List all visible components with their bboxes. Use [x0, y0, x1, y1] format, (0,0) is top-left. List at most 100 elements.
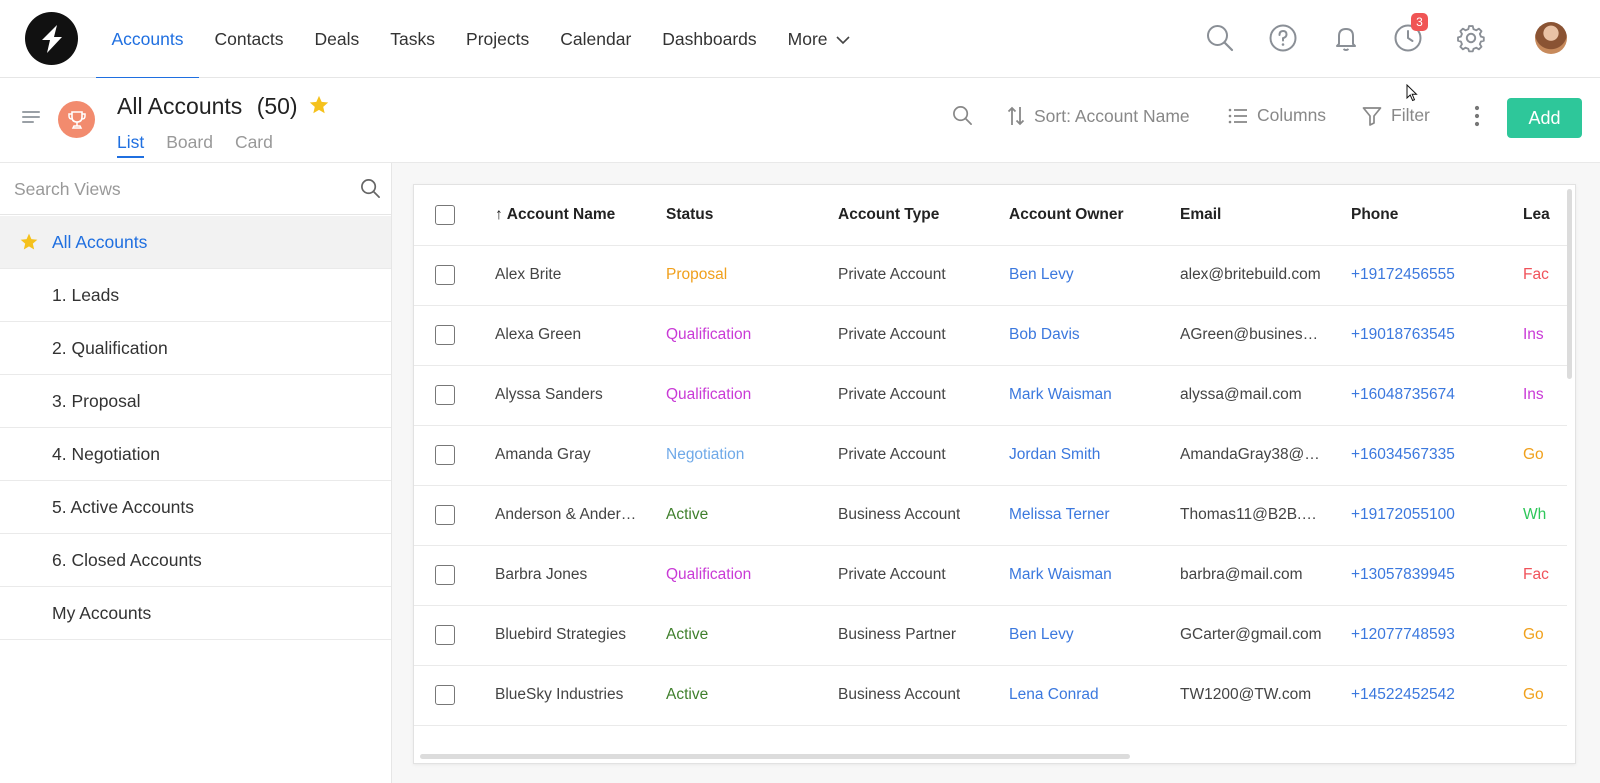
cell-phone[interactable]: +13057839945	[1351, 545, 1455, 605]
cell-phone[interactable]: +19172055100	[1351, 485, 1455, 545]
cell-account-owner[interactable]: Lena Conrad	[1009, 665, 1099, 725]
row-checkbox[interactable]	[435, 265, 455, 285]
cell-lead-source: Fac	[1523, 266, 1549, 283]
column-header-account-owner[interactable]: Account Owner	[1009, 185, 1124, 245]
row-checkbox[interactable]	[435, 505, 455, 525]
filter-button[interactable]: Filter	[1362, 105, 1430, 126]
favorite-star-icon[interactable]	[308, 94, 330, 121]
columns-label: Columns	[1257, 105, 1327, 125]
cell-phone[interactable]: +16034567335	[1351, 425, 1455, 485]
search-icon[interactable]	[1204, 22, 1236, 54]
cell-account-name[interactable]: Amanda Gray	[495, 425, 591, 485]
cell-phone[interactable]: +19172456555	[1351, 245, 1455, 305]
nav-projects[interactable]: Projects	[451, 0, 545, 78]
column-header-account-name[interactable]: ↑ Account Name	[495, 185, 615, 245]
cell-account-owner[interactable]: Bob Davis	[1009, 305, 1080, 365]
row-checkbox[interactable]	[435, 325, 455, 345]
record-count: (50)	[256, 93, 298, 119]
search-icon[interactable]	[360, 178, 381, 204]
gear-icon[interactable]	[1455, 22, 1487, 54]
cell-status: Qualification	[666, 326, 752, 343]
cell-account-owner[interactable]: Ben Levy	[1009, 245, 1074, 305]
nav-contacts[interactable]: Contacts	[199, 0, 299, 78]
table-search-button[interactable]	[952, 105, 973, 126]
user-avatar[interactable]	[1535, 22, 1567, 54]
cell-account-name[interactable]: Alex Brite	[495, 245, 561, 305]
view-negotiation[interactable]: 4. Negotiation	[0, 428, 391, 481]
star-icon	[19, 232, 39, 257]
table-row[interactable]: Anderson & Ander… Active Business Account M…	[414, 485, 1567, 546]
cell-account-name[interactable]: Alexa Green	[495, 305, 581, 365]
table-row[interactable]: Barbra Jones Qualification Private Account…	[414, 545, 1567, 606]
help-icon[interactable]	[1267, 22, 1299, 54]
column-header-label: Account Name	[506, 206, 616, 223]
column-header-account-type[interactable]: Account Type	[838, 185, 939, 245]
add-button[interactable]: Add	[1507, 98, 1582, 138]
view-leads[interactable]: 1. Leads	[0, 269, 391, 322]
mouse-pointer-icon	[1406, 83, 1418, 107]
cell-account-owner[interactable]: Ben Levy	[1009, 605, 1074, 665]
view-active-accounts[interactable]: 5. Active Accounts	[0, 481, 391, 534]
sidebar-toggle-icon[interactable]	[22, 111, 40, 126]
table-row[interactable]: Alexa Green Qualification Private Account B…	[414, 305, 1567, 366]
row-checkbox[interactable]	[435, 385, 455, 405]
cell-phone[interactable]: +16048735674	[1351, 365, 1455, 425]
nav-accounts[interactable]: Accounts	[96, 0, 199, 79]
nav-deals[interactable]: Deals	[299, 0, 375, 78]
columns-button[interactable]: Columns	[1228, 105, 1326, 126]
cell-account-type: Private Account	[838, 386, 946, 403]
row-checkbox[interactable]	[435, 625, 455, 645]
more-options-button[interactable]	[1474, 105, 1480, 127]
cell-status: Negotiation	[666, 446, 745, 463]
tab-card[interactable]: Card	[235, 132, 273, 158]
column-header-phone[interactable]: Phone	[1351, 185, 1398, 245]
cell-lead-source: Ins	[1523, 386, 1544, 403]
nav-tasks[interactable]: Tasks	[375, 0, 451, 78]
cell-phone[interactable]: +19018763545	[1351, 305, 1455, 365]
cell-account-name[interactable]: Alyssa Sanders	[495, 365, 603, 425]
cell-account-name[interactable]: BlueSky Industries	[495, 665, 623, 725]
row-checkbox[interactable]	[435, 565, 455, 585]
cell-phone[interactable]: +14522452542	[1351, 665, 1455, 725]
column-header-email[interactable]: Email	[1180, 185, 1221, 245]
app-logo[interactable]	[25, 12, 78, 65]
nav-more-dropdown[interactable]: More	[772, 0, 865, 78]
reminders-clock-icon[interactable]: 3	[1392, 13, 1428, 54]
row-checkbox[interactable]	[435, 685, 455, 705]
view-label: 4. Negotiation	[52, 443, 160, 464]
cell-account-name[interactable]: Bluebird Strategies	[495, 605, 626, 665]
view-all-accounts[interactable]: All Accounts	[0, 216, 391, 269]
view-my-accounts[interactable]: My Accounts	[0, 587, 391, 640]
nav-calendar[interactable]: Calendar	[545, 0, 647, 78]
vertical-scrollbar[interactable]	[1567, 189, 1572, 379]
select-all-checkbox[interactable]	[435, 205, 455, 225]
bell-icon[interactable]	[1330, 22, 1362, 54]
tab-board[interactable]: Board	[166, 132, 213, 158]
cell-account-name[interactable]: Anderson & Ander…	[495, 485, 636, 545]
cell-account-owner[interactable]: Mark Waisman	[1009, 365, 1112, 425]
cell-phone[interactable]: +12077748593	[1351, 605, 1455, 665]
table-row[interactable]: Amanda Gray Negotiation Private Account Jor…	[414, 425, 1567, 486]
cell-account-owner[interactable]: Jordan Smith	[1009, 425, 1100, 485]
view-label: My Accounts	[52, 602, 152, 623]
row-checkbox[interactable]	[435, 445, 455, 465]
table-row[interactable]: Alex Brite Proposal Private Account Ben Lev…	[414, 245, 1567, 306]
table-row[interactable]: BlueSky Industries Active Business Account…	[414, 665, 1567, 726]
tab-list[interactable]: List	[117, 132, 145, 158]
table-row[interactable]: Alyssa Sanders Qualification Private Accou…	[414, 365, 1567, 426]
sort-button[interactable]: Sort: Account Name	[1007, 105, 1190, 127]
cell-account-name[interactable]: Barbra Jones	[495, 545, 587, 605]
view-qualification[interactable]: 2. Qualification	[0, 322, 391, 375]
cell-account-owner[interactable]: Melissa Terner	[1009, 485, 1110, 545]
search-views-input[interactable]	[14, 175, 344, 203]
horizontal-scrollbar[interactable]	[420, 754, 1130, 759]
cell-account-owner[interactable]: Mark Waisman	[1009, 545, 1112, 605]
view-proposal[interactable]: 3. Proposal	[0, 375, 391, 428]
nav-dashboards[interactable]: Dashboards	[647, 0, 772, 78]
column-header-lead-source[interactable]: Lea	[1523, 185, 1550, 245]
column-header-status[interactable]: Status	[666, 185, 713, 245]
view-closed-accounts[interactable]: 6. Closed Accounts	[0, 534, 391, 587]
cell-account-type: Private Account	[838, 266, 946, 283]
table-row[interactable]: Bluebird Strategies Active Business Partne…	[414, 605, 1567, 666]
main-content: ↑ Account Name Status Account Type Accou…	[392, 163, 1600, 783]
